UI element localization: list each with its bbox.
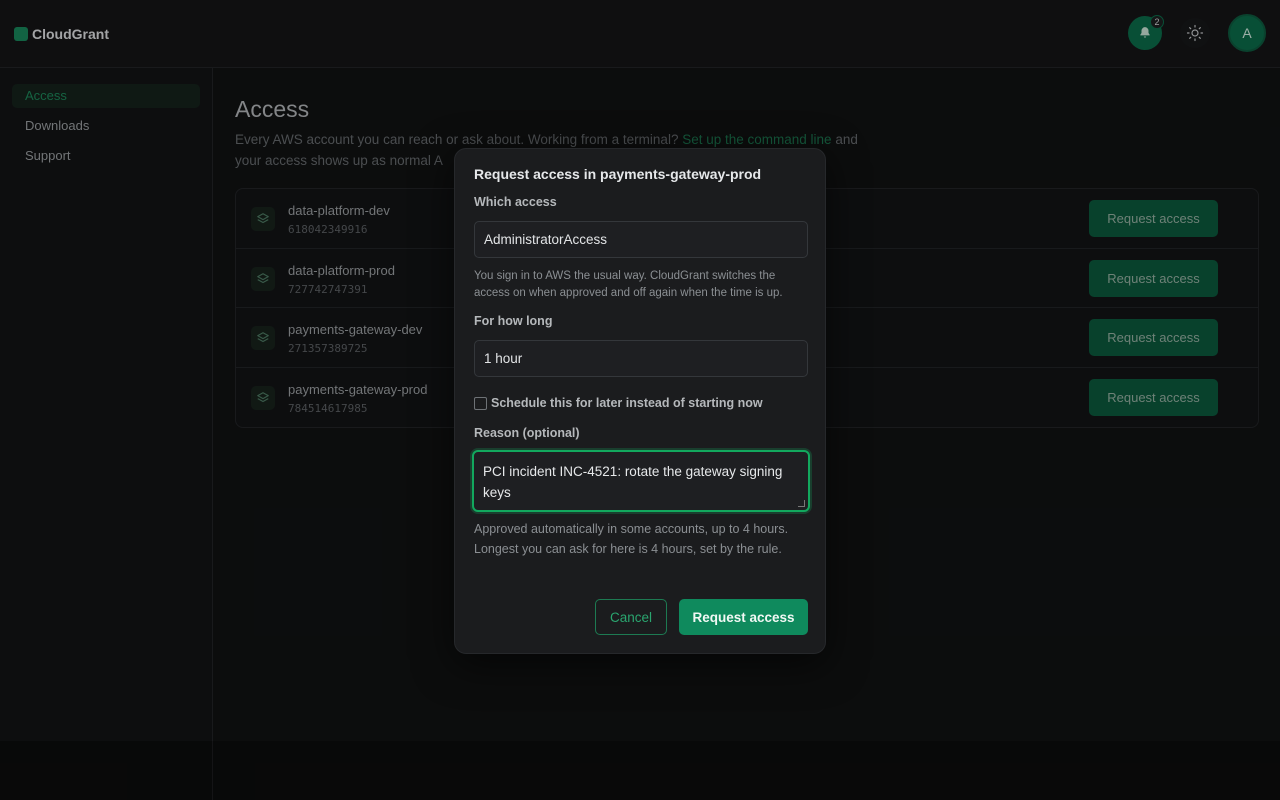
- schedule-later-label[interactable]: Schedule this for later instead of start…: [491, 396, 763, 410]
- submit-request-button[interactable]: Request access: [679, 599, 808, 635]
- reason-textarea[interactable]: PCI incident INC-4521: rotate the gatewa…: [472, 450, 810, 512]
- which-access-label: Which access: [474, 195, 557, 209]
- schedule-later-checkbox[interactable]: [474, 396, 487, 410]
- dialog-title: Request access in payments-gateway-prod: [474, 166, 762, 182]
- resize-handle-icon[interactable]: [798, 500, 805, 507]
- request-access-dialog: Request access in payments-gateway-prod …: [454, 148, 826, 654]
- approval-info: Approved automatically in some accounts,…: [474, 522, 789, 556]
- which-access-help: You sign in to AWS the usual way. CloudG…: [474, 270, 783, 299]
- which-access-select[interactable]: AdministratorAccess: [474, 221, 808, 258]
- reason-text: PCI incident INC-4521: rotate the gatewa…: [483, 464, 783, 500]
- schedule-later-row[interactable]: Schedule this for later instead of start…: [474, 396, 763, 410]
- duration-select[interactable]: 1 hour: [474, 340, 808, 377]
- cancel-button[interactable]: Cancel: [595, 599, 667, 635]
- duration-label: For how long: [474, 314, 553, 328]
- reason-label: Reason (optional): [474, 426, 580, 440]
